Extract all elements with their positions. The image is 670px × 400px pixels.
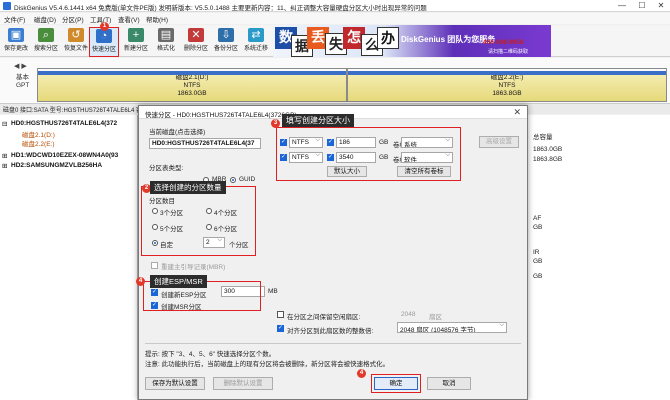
quick-partition-button[interactable]: ◔ 快速分区 xyxy=(89,27,119,57)
title-bar: DiskGenius V5.4.6.1441 x64 免费版(单文件PE版) 发… xyxy=(0,0,670,12)
callout-partition-count: 选择创建的分区数量 xyxy=(150,181,226,194)
new-partition-button[interactable]: + 新建分区 xyxy=(121,27,151,57)
step-badge-1: 1 xyxy=(100,22,109,31)
partition-block-d[interactable]: 磁盘2.1(D:) NTFS 1863.0GB xyxy=(37,68,347,102)
backup-partition-button[interactable]: ⇩ 备份分区 xyxy=(211,27,241,57)
info-panel: 总容量 1863.0GB 1863.8GB AF GB IR GB GB xyxy=(527,115,670,400)
menu-view[interactable]: 查看(V) xyxy=(118,14,140,24)
info-value: GB xyxy=(533,224,543,231)
annotation-box-count xyxy=(141,186,256,256)
maximize-button[interactable]: ☐ xyxy=(632,1,652,11)
current-disk-field[interactable]: HD0:HGSTHUS726T4TALE6L4(37 xyxy=(149,138,261,149)
advanced-settings-button[interactable]: 高级设置 xyxy=(479,136,519,148)
tree-item-hd0[interactable]: HD0:HGSTHUS726T4TALE6L4(372 xyxy=(11,120,117,127)
guid-label: GUID xyxy=(239,176,256,183)
search-icon: ⌕ xyxy=(38,28,54,42)
tree-expand-icon[interactable]: ⊞ xyxy=(2,152,7,160)
dialog-title: 快速分区 - HD0:HGSTHUS726T4TALE6L4(3726GB) xyxy=(145,112,297,119)
partition-block-e[interactable]: 磁盘2.2(E:) NTFS 1863.8GB xyxy=(347,68,667,102)
tip-shortcut: 提示: 按下 "3、4、5、6" 快速选择分区个数。 xyxy=(145,351,276,358)
dialog-close-icon[interactable]: ✕ xyxy=(513,107,521,118)
align-select[interactable]: 2048 扇区 (1048576 字节) xyxy=(397,322,507,333)
disk-map: ◀ ▶ 基本 GPT 磁盘2.1(D:) NTFS 1863.0GB 磁盘2.2… xyxy=(0,58,670,104)
info-value: GB xyxy=(533,258,543,265)
info-value: GB xyxy=(533,273,543,280)
delete-partition-button[interactable]: ✕ 删除分区 xyxy=(181,27,211,57)
menu-partition[interactable]: 分区(P) xyxy=(62,14,84,24)
info-value: 1863.8GB xyxy=(533,156,563,163)
tree-expand-icon[interactable]: ⊞ xyxy=(2,162,7,170)
reserve-free-checkbox[interactable] xyxy=(277,311,284,318)
guid-radio[interactable] xyxy=(230,177,236,183)
save-default-button[interactable]: 保存为默认设置 xyxy=(145,377,205,390)
esp-size-unit: MB xyxy=(268,288,278,295)
partition-fs: NTFS xyxy=(183,82,201,89)
menu-file[interactable]: 文件(F) xyxy=(4,14,25,24)
disk-type-label: 基本 GPT xyxy=(16,74,30,89)
step-badge-4: 4 xyxy=(136,277,145,286)
partition-size: 1863.0GB xyxy=(177,90,207,97)
align-label: 对齐分区到此扇区数的整数倍: xyxy=(287,328,374,335)
banner-subtext: 请扫描二维码获取 xyxy=(488,49,529,55)
search-partition-button[interactable]: ⌕ 搜索分区 xyxy=(31,27,61,57)
promo-banner[interactable]: 数 据 丢 失 怎 么 办 DiskGenius 团队为您服务 400-008-… xyxy=(273,25,551,57)
reserve-free-value: 2048 xyxy=(401,311,416,318)
format-button[interactable]: ▤ 格式化 xyxy=(151,27,181,57)
info-value: IR xyxy=(533,249,540,256)
tree-expand-icon[interactable]: ⊟ xyxy=(2,120,7,128)
format-icon: ▤ xyxy=(158,28,174,42)
delete-icon: ✕ xyxy=(188,28,204,42)
minimize-button[interactable]: — xyxy=(612,1,632,11)
reserve-free-label: 在分区之间保留空闲扇区: xyxy=(287,314,361,321)
step-badge-3: 3 xyxy=(271,119,280,128)
banner-phone: 400-008-9958 xyxy=(483,39,524,46)
migration-icon: ⇄ xyxy=(248,28,264,42)
step-badge-4-ok: 4 xyxy=(357,369,366,378)
tree-item-hd1[interactable]: HD1:WDCWD10EZEX-08WN4A0(93 xyxy=(11,152,118,159)
backup-icon: ⇩ xyxy=(218,28,234,42)
close-button[interactable]: ✕ xyxy=(651,1,670,11)
partition-fs: NTFS xyxy=(498,82,516,89)
save-changes-button[interactable]: ▣ 保存更改 xyxy=(1,27,31,57)
partition-table-label: 分区表类型: xyxy=(149,165,184,172)
quick-partition-dialog: 快速分区 - HD0:HGSTHUS726T4TALE6L4(3726GB) ✕… xyxy=(138,105,528,400)
annotation-box-size xyxy=(276,127,461,181)
banner-tile: 办 xyxy=(377,27,399,49)
partition-size: 1863.8GB xyxy=(492,90,522,97)
banner-slogan: DiskGenius 团队为您服务 xyxy=(401,35,496,44)
align-checkbox[interactable] xyxy=(277,324,284,332)
info-value: AF xyxy=(533,215,542,222)
reserve-free-unit: 扇区 xyxy=(429,314,442,321)
rebuild-mbr-checkbox[interactable] xyxy=(151,262,158,269)
save-icon: ▣ xyxy=(8,28,24,42)
info-value: 1863.0GB xyxy=(533,146,563,153)
current-disk-label: 当前磁盘(点击选择) xyxy=(149,129,206,136)
delete-default-button[interactable]: 删除默认设置 xyxy=(213,377,273,390)
quick-partition-icon: ◔ xyxy=(96,29,112,43)
system-migration-button[interactable]: ⇄ 系统迁移 xyxy=(241,27,271,57)
menu-help[interactable]: 帮助(H) xyxy=(146,14,168,24)
new-partition-icon: + xyxy=(128,28,144,42)
window-title: DiskGenius V5.4.6.1441 x64 免费版(单文件PE版) 发… xyxy=(14,5,427,12)
tip-warning: 注意: 此功能执行后，当前磁盘上的现有分区将会被删除，新分区将会被快速格式化。 xyxy=(145,361,390,368)
disk-tree: ⊟ HD0:HGSTHUS726T4TALE6L4(372 磁盘2.1(D:) … xyxy=(0,115,138,400)
cancel-button[interactable]: 取消 xyxy=(427,377,471,390)
partition-name: 磁盘2.1(D:) xyxy=(175,74,209,81)
callout-esp-msr: 创建ESP/MSR xyxy=(150,275,207,288)
tree-item-hd2[interactable]: HD2:SAMSUNGMZVLB256HA xyxy=(11,162,102,169)
app-icon xyxy=(3,2,11,10)
info-header: 总容量 xyxy=(533,134,553,141)
disk-nav-arrows[interactable]: ◀ ▶ xyxy=(14,62,27,70)
recover-icon: ↺ xyxy=(68,28,84,42)
menu-disk[interactable]: 磁盘(D) xyxy=(34,14,56,24)
callout-partition-size: 填写创建分区大小 xyxy=(282,114,354,127)
rebuild-mbr-label: 重建主引导记录(MBR) xyxy=(161,264,226,271)
partition-name: 磁盘2.2(E:) xyxy=(490,74,524,81)
recover-files-button[interactable]: ↺ 恢复文件 xyxy=(61,27,91,57)
annotation-box-ok xyxy=(371,374,421,393)
tree-item-partition-e[interactable]: 磁盘2.2(E:) xyxy=(22,138,55,148)
